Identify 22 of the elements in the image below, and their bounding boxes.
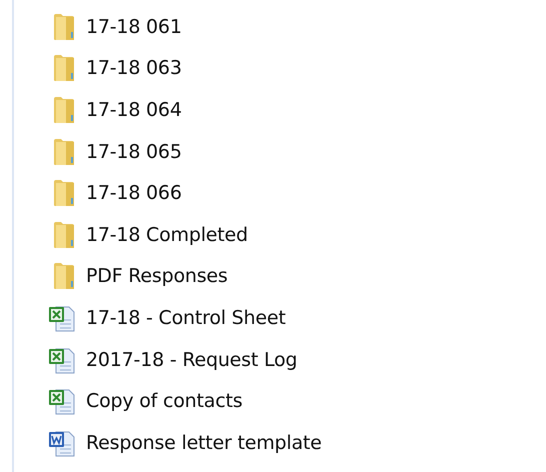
spreadsheet-file-icon [48,387,76,416]
file-name[interactable]: 2017-18 - Request Log [86,348,298,371]
folder-icon [52,96,76,124]
file-name[interactable]: 17-18 063 [86,57,182,80]
folder-icon [52,262,76,290]
file-name[interactable]: Copy of contacts [86,390,242,412]
spreadsheet-file-icon [48,346,76,374]
file-name[interactable]: 17-18 064 [86,98,182,121]
file-name[interactable]: Response letter template [86,432,322,454]
folder-icon [52,54,76,82]
file-name[interactable]: 17-18 Completed [86,224,248,246]
folder-icon [52,12,76,41]
file-name[interactable]: PDF Responses [86,265,228,288]
folder-icon [52,179,76,208]
file-name[interactable]: 17-18 061 [86,16,182,38]
file-name[interactable]: 17-18 065 [86,140,182,163]
spreadsheet-file-icon [48,304,76,332]
file-name[interactable]: 17-18 066 [86,182,182,204]
folder-icon [52,138,76,166]
folder-icon [52,220,76,249]
document-file-icon [48,428,76,457]
file-name[interactable]: 17-18 - Control Sheet [86,306,286,329]
